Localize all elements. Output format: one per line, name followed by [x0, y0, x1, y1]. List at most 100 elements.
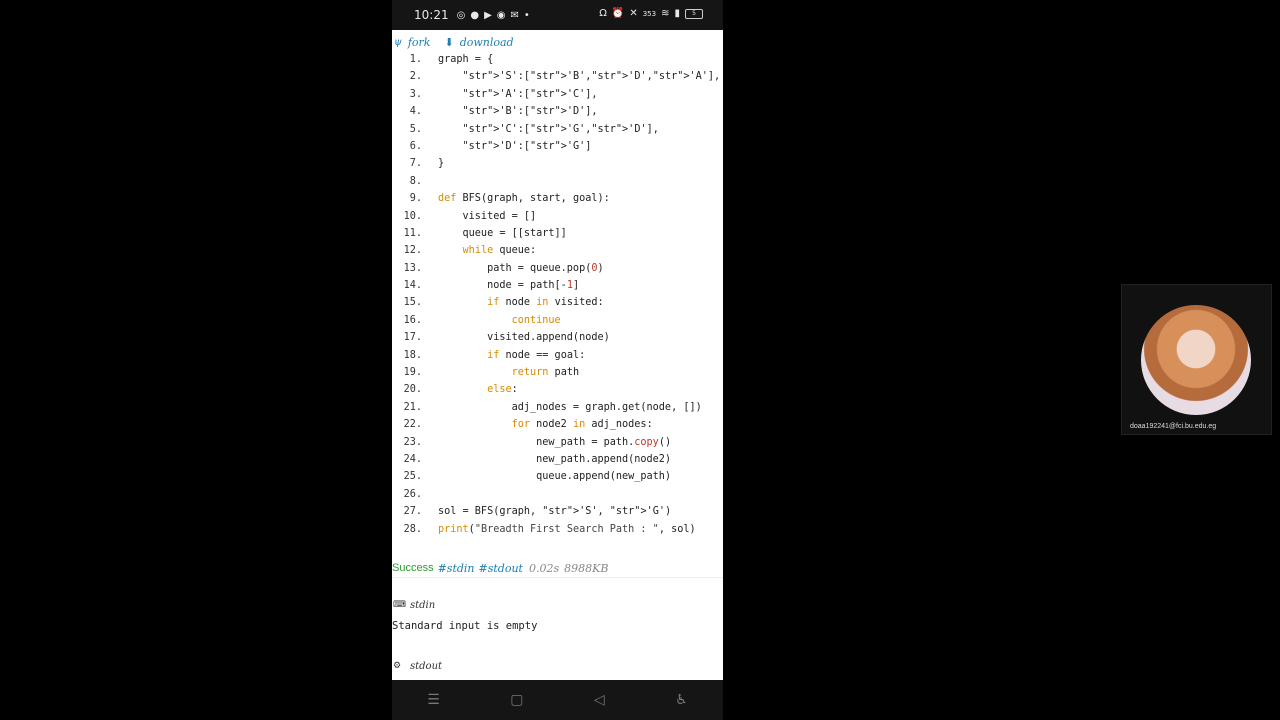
- run-time: 0.02s: [528, 561, 560, 575]
- signal-icon: ▮: [674, 8, 680, 19]
- code-listing: 1. graph = { 2. "str">'S':["str">'B',"str"…: [392, 51, 723, 538]
- fork-icon[interactable]: ψ: [394, 37, 402, 48]
- phone-screen: 10:21 ◎ ● ▶ ◉ ✉ • Ω ⏰ ✕ 353 ≋ ▮ 5 ψ fork…: [392, 0, 723, 720]
- status-time: 10:21: [414, 8, 449, 22]
- code-line: 21. adj_nodes = graph.get(node, []): [392, 399, 723, 416]
- line-number: 26.: [403, 488, 422, 500]
- code-line: 11. queue = [[start]]: [392, 225, 723, 242]
- code-line: 20. else:: [392, 381, 723, 398]
- line-number: 10.: [403, 210, 422, 222]
- line-number: 9.: [409, 193, 422, 205]
- line-number: 22.: [403, 419, 422, 431]
- line-number: 12.: [403, 245, 422, 257]
- gmail-icon: ✉: [510, 9, 519, 21]
- code-text: return path: [511, 367, 580, 379]
- code-line: 10. visited = []: [392, 208, 723, 225]
- code-line: 15. if node in visited:: [392, 294, 723, 311]
- stdin-header: ⌨ stdin: [392, 597, 723, 613]
- code-text: graph = {: [438, 54, 494, 65]
- accessibility-icon[interactable]: ♿: [675, 692, 688, 708]
- code-text: queue.append(new_path): [438, 471, 672, 483]
- notification-icons: ◎ ● ▶ ◉ ✉ •: [457, 10, 530, 21]
- recents-icon[interactable]: ☰: [427, 692, 440, 708]
- line-number: 28.: [403, 523, 422, 535]
- android-nav-bar: ☰ ▢ ◁ ♿: [392, 680, 723, 720]
- line-number: 5.: [409, 123, 422, 135]
- line-number: 27.: [403, 506, 422, 518]
- code-line: 23. new_path = path.copy(): [392, 434, 723, 451]
- code-text: new_path.append(node2): [438, 453, 672, 465]
- webcam-email: doaa192241@fci.bu.edu.eg: [1130, 423, 1217, 430]
- line-number: 21.: [403, 401, 422, 413]
- line-number: 20.: [403, 384, 422, 396]
- stdout-tag-link[interactable]: #stdout: [479, 562, 523, 575]
- line-number: 18.: [403, 349, 422, 361]
- code-text: continue: [511, 314, 561, 326]
- code-line: 13. path = queue.pop(0): [392, 260, 723, 277]
- code-text: if node == goal:: [487, 349, 586, 361]
- youtube-icon: ▶: [484, 9, 492, 21]
- code-line: 8.: [392, 173, 723, 190]
- status-success: Success: [392, 562, 434, 574]
- code-text: path = queue.pop(0): [438, 262, 604, 274]
- code-text: node = path[-1]: [438, 280, 580, 292]
- code-line: 28. print("Breadth First Search Path : ",…: [392, 521, 723, 538]
- whatsapp-icon: ◎: [456, 9, 466, 21]
- code-line: 12. while queue:: [392, 242, 723, 259]
- line-number: 25.: [403, 471, 422, 483]
- code-line: 22. for node2 in adj_nodes:: [392, 416, 723, 433]
- code-text: "str">'S':["str">'B',"str">'D',"str">'A'…: [462, 71, 721, 83]
- battery-icon: 5: [685, 8, 703, 19]
- run-result: Success #stdin #stdout 0.02s 8988KB: [392, 559, 723, 578]
- line-number: 3.: [409, 88, 422, 100]
- keyboard-icon: ⌨: [393, 600, 406, 610]
- download-link[interactable]: download: [460, 36, 514, 49]
- code-text: def BFS(graph, start, goal):: [438, 193, 610, 205]
- line-number: 7.: [409, 158, 422, 170]
- code-text: visited.append(node): [438, 332, 610, 344]
- stdin-tag-link[interactable]: #stdin: [438, 562, 475, 575]
- line-number: 23.: [403, 436, 422, 448]
- back-icon[interactable]: ◁: [594, 692, 605, 708]
- system-icons: Ω ⏰ ✕ 353 ≋ ▮ 5: [599, 8, 703, 19]
- messenger-icon: ◉: [496, 9, 506, 21]
- code-line: 19. return path: [392, 364, 723, 381]
- stdout-label: stdout: [410, 660, 443, 672]
- avatar: [1141, 305, 1251, 415]
- code-line: 27. sol = BFS(graph, "str">'S', "str">'G'…: [392, 503, 723, 520]
- line-number: 16.: [403, 314, 422, 326]
- code-text: new_path = path.copy(): [438, 436, 672, 448]
- code-text: }: [438, 158, 445, 170]
- code-line: 7.}: [392, 155, 723, 172]
- line-number: 14.: [403, 280, 422, 292]
- code-line: 18. if node == goal:: [392, 347, 723, 364]
- code-text: adj_nodes = graph.get(node, []): [438, 401, 702, 413]
- code-line: 6. "str">'D':["str">'G']: [392, 138, 723, 155]
- code-text: "str">'D':["str">'G']: [462, 140, 592, 152]
- mute-icon: ✕: [629, 8, 638, 19]
- code-line: 9. def BFS(graph, start, goal):: [392, 190, 723, 207]
- code-text: for node2 in adj_nodes:: [511, 419, 653, 431]
- line-number: 8.: [409, 175, 422, 187]
- code-text: "str">'B':["str">'D'],: [462, 106, 598, 118]
- code-text: sol = BFS(graph, "str">'S', "str">'G'): [438, 506, 672, 518]
- code-line: 17. visited.append(node): [392, 329, 723, 346]
- code-line: 3. "str">'A':["str">'C'],: [392, 86, 723, 103]
- line-number: 1.: [409, 54, 422, 65]
- ide-page: ψ fork ⬇ download 1. graph = { 2. "str">'S…: [392, 30, 723, 680]
- line-number: 6.: [409, 140, 422, 152]
- run-memory: 8988KB: [564, 561, 609, 575]
- facebook-icon: ●: [470, 9, 480, 21]
- code-line: 2. "str">'S':["str">'B',"str">'D',"str">…: [392, 68, 723, 85]
- code-text: while queue:: [462, 245, 537, 257]
- line-number: 4.: [409, 106, 422, 118]
- home-icon[interactable]: ▢: [510, 692, 523, 708]
- data-speed-icon: 353: [642, 9, 657, 18]
- stdin-content: Standard input is empty: [392, 620, 538, 632]
- gears-icon: ⚙: [393, 661, 402, 671]
- fork-link[interactable]: fork: [408, 36, 431, 49]
- code-text: else:: [487, 384, 518, 396]
- download-icon[interactable]: ⬇: [444, 36, 453, 49]
- webcam-overlay: doaa192241@fci.bu.edu.eg: [1121, 284, 1272, 435]
- code-line: 5. "str">'C':["str">'G',"str">'D'],: [392, 121, 723, 138]
